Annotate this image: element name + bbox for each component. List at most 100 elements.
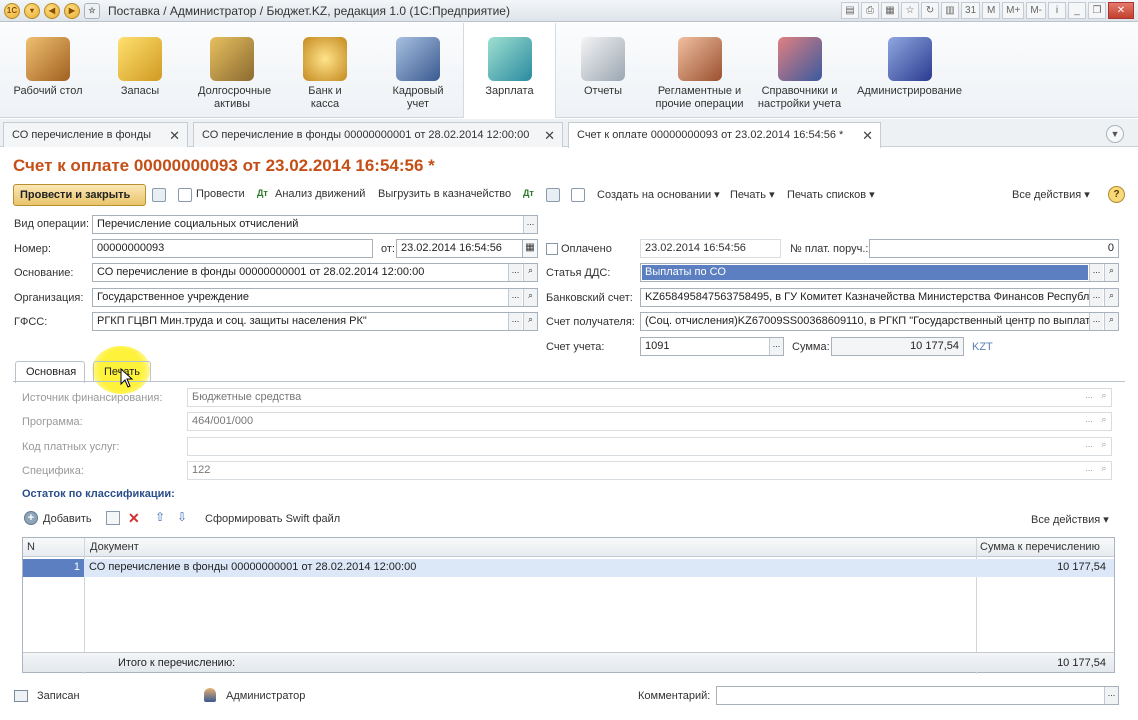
select-button[interactable]: ...: [1104, 687, 1118, 704]
section-desktop[interactable]: Рабочий стол: [8, 23, 88, 118]
app-menu-icon[interactable]: ▾: [24, 3, 40, 19]
calendar-icon[interactable]: ▦: [522, 239, 538, 258]
section-fixed-assets[interactable]: Долгосрочные активы: [190, 23, 274, 118]
select-button[interactable]: ...: [508, 264, 522, 281]
chevron-down-icon[interactable]: ▼: [1106, 125, 1124, 143]
column-header-document[interactable]: Документ: [90, 541, 139, 553]
column-header-n[interactable]: N: [27, 541, 35, 553]
select-button[interactable]: ...: [769, 338, 783, 355]
gfss-field[interactable]: РГКП ГЦВП Мин.труда и соц. защиты населе…: [92, 312, 538, 331]
basis-field[interactable]: СО перечисление в фонды 00000000001 от 2…: [92, 263, 538, 282]
org-field[interactable]: Государственное учреждение ... ⌕: [92, 288, 538, 307]
table-all-actions-button[interactable]: Все действия ▾: [1031, 513, 1109, 526]
specific-field[interactable]: 122 ... ⌕: [187, 461, 1112, 480]
date-field[interactable]: 23.02.2014 16:54:56: [396, 239, 523, 258]
movements-button[interactable]: Анализ движений: [275, 188, 365, 200]
swift-file-button[interactable]: Сформировать Swift файл: [205, 513, 340, 525]
save-icon[interactable]: ▤: [841, 2, 860, 19]
print-icon[interactable]: ⎙: [861, 2, 880, 19]
recipient-acc-field[interactable]: (Соц. отчисления)KZ67009SS00368609110, в…: [640, 312, 1119, 331]
tab-main[interactable]: Основная: [15, 361, 85, 383]
comment-field[interactable]: ...: [716, 686, 1119, 705]
dds-field[interactable]: Выплаты по СО ... ⌕: [640, 263, 1119, 282]
calendar-icon[interactable]: 31: [961, 2, 981, 19]
close-tab-icon[interactable]: ✕: [169, 128, 180, 144]
all-actions-button[interactable]: Все действия ▾: [1012, 188, 1090, 201]
search-icon[interactable]: ⌕: [523, 313, 537, 330]
close-tab-icon[interactable]: ✕: [862, 128, 873, 144]
op-type-field[interactable]: Перечисление социальных отчислений ...: [92, 215, 538, 234]
paid-date-field[interactable]: 23.02.2014 16:54:56: [640, 239, 781, 258]
search-icon[interactable]: ⌕: [523, 264, 537, 281]
source-field[interactable]: Бюджетные средства ... ⌕: [187, 388, 1112, 407]
select-button[interactable]: ...: [1089, 313, 1103, 330]
favorite-star-icon[interactable]: ☆: [84, 3, 100, 19]
window-tab[interactable]: СО перечисление в фонды ✕: [3, 122, 188, 147]
select-button[interactable]: ...: [508, 313, 522, 330]
structure-icon[interactable]: [546, 188, 560, 202]
save-icon[interactable]: [152, 188, 166, 202]
search-icon[interactable]: ⌕: [1097, 413, 1111, 430]
memory-add-button[interactable]: M+: [1002, 2, 1025, 19]
delete-icon[interactable]: ✕: [128, 510, 140, 527]
minimize-button[interactable]: _: [1068, 2, 1086, 19]
search-icon[interactable]: ⌕: [1104, 313, 1118, 330]
section-hr[interactable]: Кадровый учет: [378, 23, 458, 118]
section-salary[interactable]: Зарплата: [463, 23, 556, 118]
post-and-close-button[interactable]: Провести и закрыть: [13, 184, 146, 206]
select-button[interactable]: ...: [523, 216, 537, 233]
forward-icon[interactable]: ▶: [64, 3, 80, 19]
search-icon[interactable]: ⌕: [1097, 389, 1111, 406]
number-field[interactable]: 00000000093: [92, 239, 373, 258]
window-tab-active[interactable]: Счет к оплате 00000000093 от 23.02.2014 …: [568, 122, 881, 148]
back-icon[interactable]: ◀: [44, 3, 60, 19]
bank-acc-field[interactable]: KZ658495847563758495, в ГУ Комитет Казна…: [640, 288, 1119, 307]
search-icon[interactable]: ⌕: [1104, 264, 1118, 281]
document-icon[interactable]: [571, 188, 585, 202]
window-tab[interactable]: СО перечисление в фонды 00000000001 от 2…: [193, 122, 563, 147]
memory-store-button[interactable]: M: [982, 2, 1001, 19]
search-icon[interactable]: ⌕: [1097, 462, 1111, 479]
search-icon[interactable]: ⌕: [1097, 438, 1111, 455]
select-button[interactable]: ...: [1082, 438, 1096, 455]
select-button[interactable]: ...: [1082, 389, 1096, 406]
section-inventory[interactable]: Запасы: [100, 23, 180, 118]
app-logo-icon[interactable]: 1С: [4, 3, 20, 19]
paid-checkbox[interactable]: [546, 243, 558, 255]
select-button[interactable]: ...: [1082, 462, 1096, 479]
post-button[interactable]: Провести: [196, 188, 245, 200]
preview-icon[interactable]: ▦: [881, 2, 900, 19]
move-down-icon[interactable]: ⇩: [177, 510, 187, 524]
search-icon[interactable]: ⌕: [523, 289, 537, 306]
account-field[interactable]: 1091 ...: [640, 337, 784, 356]
maximize-button[interactable]: ❐: [1088, 2, 1106, 19]
select-button[interactable]: ...: [1082, 413, 1096, 430]
print-button[interactable]: Печать ▾: [730, 188, 775, 201]
history-icon[interactable]: ↻: [921, 2, 940, 19]
print-lists-button[interactable]: Печать списков ▾: [787, 188, 875, 201]
section-operations[interactable]: Регламентные и прочие операции: [652, 23, 747, 118]
select-button[interactable]: ...: [1089, 289, 1103, 306]
calculator-icon[interactable]: ▥: [941, 2, 960, 19]
star-icon[interactable]: ☆: [901, 2, 920, 19]
section-reports[interactable]: Отчеты: [563, 23, 643, 118]
select-button[interactable]: ...: [508, 289, 522, 306]
add-button[interactable]: Добавить: [43, 513, 92, 525]
column-header-sum[interactable]: Сумма к перечислению: [980, 541, 1100, 553]
program-field[interactable]: 464/001/000 ... ⌕: [187, 412, 1112, 431]
search-icon[interactable]: ⌕: [1104, 289, 1118, 306]
close-button[interactable]: ✕: [1108, 2, 1134, 19]
memory-subtract-button[interactable]: M-: [1026, 2, 1046, 19]
select-button[interactable]: ...: [1089, 264, 1103, 281]
section-references[interactable]: Справочники и настройки учета: [752, 23, 847, 118]
info-button[interactable]: i: [1048, 2, 1066, 19]
section-bank[interactable]: Банк и касса: [285, 23, 365, 118]
create-based-on-button[interactable]: Создать на основании ▾: [597, 188, 720, 201]
treasury-export-button[interactable]: Выгрузить в казначейство: [378, 188, 511, 200]
ledger-icon[interactable]: Дт: [523, 188, 534, 198]
section-admin[interactable]: Администрирование: [852, 23, 967, 118]
table-row[interactable]: 1 СО перечисление в фонды 00000000001 от…: [23, 559, 1114, 577]
paid-services-field[interactable]: ... ⌕: [187, 437, 1112, 456]
copy-icon[interactable]: [106, 511, 120, 525]
help-icon[interactable]: ?: [1108, 186, 1125, 203]
